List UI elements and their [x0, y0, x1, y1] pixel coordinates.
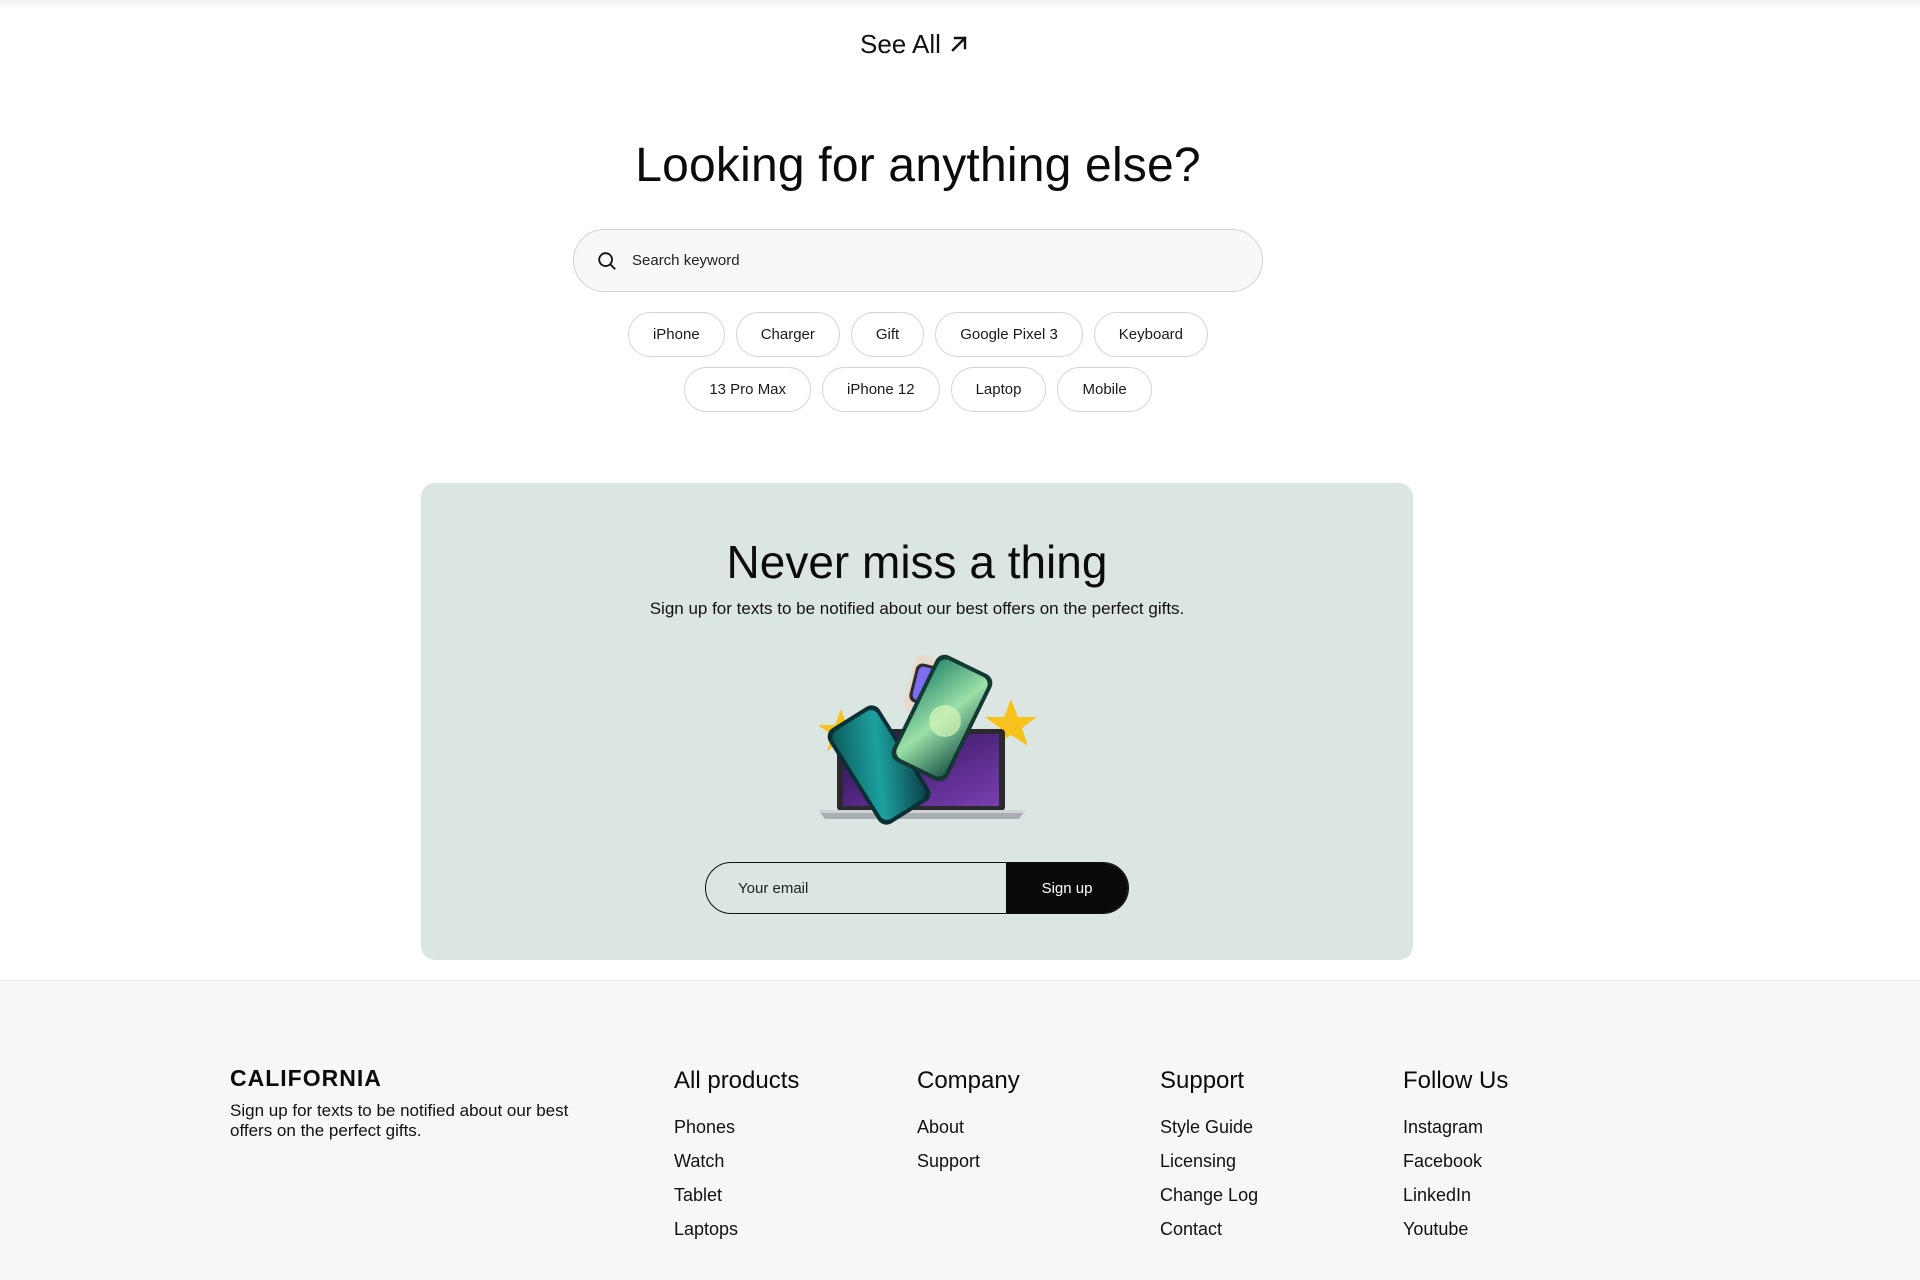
newsletter-title: Never miss a thing — [726, 536, 1108, 588]
search-icon — [596, 250, 618, 272]
search-input[interactable] — [632, 252, 1232, 269]
newsletter-subtitle: Sign up for texts to be notified about o… — [649, 599, 1185, 618]
site-footer: CALIFORNIA Sign up for texts to be notif… — [0, 980, 1920, 1280]
footer-link-youtube[interactable]: Youtube — [1403, 1212, 1508, 1246]
footer-link-watch[interactable]: Watch — [674, 1144, 799, 1178]
footer-link-about[interactable]: About — [917, 1110, 1020, 1144]
lookup-title: Looking for anything else? — [635, 139, 1201, 192]
footer-column-title: All products — [674, 1067, 800, 1094]
footer-column-title: Company — [917, 1067, 1020, 1094]
footer-description: Sign up for texts to be notified about o… — [230, 1101, 569, 1140]
footer-link-licensing[interactable]: Licensing — [1160, 1144, 1258, 1178]
see-all-link[interactable]: See All — [860, 26, 971, 62]
tag-chip[interactable]: iPhone 12 — [822, 367, 940, 412]
tag-chip[interactable]: Keyboard — [1093, 312, 1209, 357]
footer-link-instagram[interactable]: Instagram — [1403, 1110, 1508, 1144]
footer-column-title: Follow Us — [1403, 1067, 1509, 1094]
newsletter-form: Sign up — [705, 862, 1129, 914]
footer-column-title: Support — [1160, 1067, 1245, 1094]
arrow-up-right-icon — [951, 36, 967, 52]
tag-chip[interactable]: Mobile — [1057, 367, 1152, 412]
tag-chip[interactable]: Gift — [850, 312, 925, 357]
devices-illustration — [818, 654, 1037, 825]
footer-link-laptops[interactable]: Laptops — [674, 1212, 799, 1246]
signup-button[interactable]: Sign up — [1006, 863, 1128, 913]
tag-row-2: 13 Pro Max iPhone 12 Laptop Mobile — [0, 367, 1836, 412]
footer-link-contact[interactable]: Contact — [1160, 1212, 1258, 1246]
footer-column-support: Support Style Guide Licensing Change Log… — [1160, 1067, 1258, 1246]
tag-chip[interactable]: Charger — [735, 312, 840, 357]
footer-link-linkedin[interactable]: LinkedIn — [1403, 1178, 1508, 1212]
see-all-label: See All — [860, 28, 941, 59]
email-field[interactable] — [706, 863, 1006, 913]
footer-link-phones[interactable]: Phones — [674, 1110, 799, 1144]
tag-chip[interactable]: iPhone — [627, 312, 725, 357]
footer-link-tablet[interactable]: Tablet — [674, 1178, 799, 1212]
search-bar[interactable] — [573, 229, 1263, 292]
tag-chip[interactable]: Google Pixel 3 — [935, 312, 1083, 357]
footer-link-facebook[interactable]: Facebook — [1403, 1144, 1508, 1178]
tag-chip[interactable]: 13 Pro Max — [684, 367, 812, 412]
footer-link-change-log[interactable]: Change Log — [1160, 1178, 1258, 1212]
footer-link-support[interactable]: Support — [917, 1144, 1020, 1178]
footer-column-company: Company About Support — [917, 1067, 1020, 1178]
footer-brand-logo[interactable]: CALIFORNIA — [230, 1065, 382, 1092]
footer-link-style-guide[interactable]: Style Guide — [1160, 1110, 1258, 1144]
newsletter-panel: Never miss a thing Sign up for texts to … — [421, 483, 1413, 960]
footer-column-all-products: All products Phones Watch Tablet Laptops — [674, 1067, 799, 1246]
header-shadow — [0, 0, 1920, 10]
tag-row-1: iPhone Charger Gift Google Pixel 3 Keybo… — [0, 312, 1836, 357]
tag-chip[interactable]: Laptop — [950, 367, 1047, 412]
footer-column-follow-us: Follow Us Instagram Facebook LinkedIn Yo… — [1403, 1067, 1508, 1246]
